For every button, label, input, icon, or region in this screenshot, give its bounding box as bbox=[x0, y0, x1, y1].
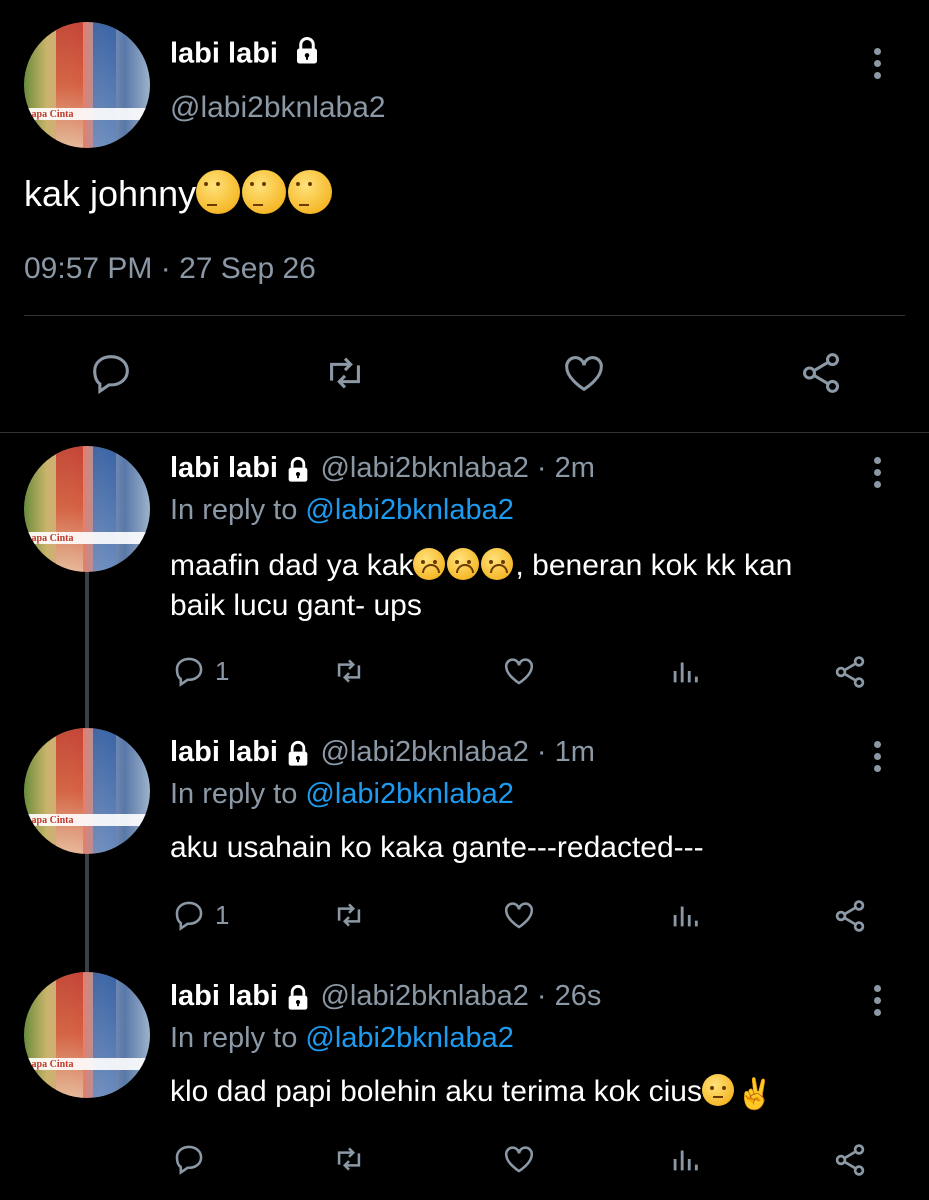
author-handle[interactable]: @labi2bknlaba2 bbox=[170, 91, 386, 125]
reply-header: labi labi @labi2bknlaba2 · 1m bbox=[170, 736, 595, 773]
pensive-emoji bbox=[288, 170, 333, 214]
reply-to-link[interactable]: @labi2bknlaba2 bbox=[305, 494, 513, 526]
reply-icon[interactable] bbox=[172, 1142, 206, 1176]
reply-header: labi labi @labi2bknlaba2 · 26s bbox=[170, 980, 601, 1017]
share-icon[interactable] bbox=[798, 350, 844, 396]
more-icon[interactable] bbox=[874, 457, 882, 493]
more-icon[interactable] bbox=[874, 985, 882, 1021]
author-name[interactable]: labi labi bbox=[170, 980, 278, 1012]
divider bbox=[24, 315, 905, 316]
thread-line bbox=[85, 852, 89, 972]
like-icon[interactable] bbox=[500, 1142, 538, 1176]
author-handle[interactable]: @labi2bknlaba2 · 26s bbox=[320, 980, 601, 1012]
pensive-emoji bbox=[242, 170, 287, 214]
retweet-icon[interactable] bbox=[320, 350, 370, 396]
tweet-text: kak johnny bbox=[24, 170, 334, 215]
reply-text: maafin dad ya kak, beneran kok kk kan ba… bbox=[170, 548, 793, 622]
retweet-icon[interactable] bbox=[330, 1142, 368, 1176]
avatar-logo: apa Cinta bbox=[31, 1059, 74, 1071]
reply-header: labi labi @labi2bknlaba2 · 2m bbox=[170, 452, 595, 489]
reply-to-link[interactable]: @labi2bknlaba2 bbox=[305, 1022, 513, 1054]
analytics-icon[interactable] bbox=[668, 898, 702, 932]
avatar[interactable]: apa Cinta bbox=[24, 972, 150, 1098]
lock-icon bbox=[292, 36, 322, 74]
reply-icon[interactable] bbox=[172, 898, 206, 932]
lock-icon bbox=[284, 984, 312, 1017]
reply-icon[interactable] bbox=[88, 350, 134, 396]
more-icon[interactable] bbox=[874, 741, 882, 777]
lock-icon bbox=[284, 740, 312, 773]
author-name[interactable]: labi labi bbox=[170, 36, 322, 74]
avatar-logo: apa Cinta bbox=[31, 109, 74, 121]
reply-text: klo dad papi bolehin aku terima kok cius… bbox=[170, 1072, 773, 1115]
reply-count: 1 bbox=[215, 656, 230, 686]
frowning-emoji bbox=[447, 548, 480, 580]
reply-context: In reply to @labi2bknlaba2 bbox=[170, 1022, 514, 1054]
avatar-logo: apa Cinta bbox=[31, 533, 74, 545]
frowning-emoji bbox=[413, 548, 446, 580]
more-icon[interactable] bbox=[874, 48, 882, 84]
reply-to-link[interactable]: @labi2bknlaba2 bbox=[305, 778, 513, 810]
like-icon[interactable] bbox=[500, 654, 538, 688]
analytics-icon[interactable] bbox=[668, 654, 702, 688]
reply-icon[interactable] bbox=[172, 654, 206, 688]
retweet-icon[interactable] bbox=[330, 898, 368, 932]
retweet-icon[interactable] bbox=[330, 654, 368, 688]
avatar-logo: apa Cinta bbox=[31, 815, 74, 827]
share-icon[interactable] bbox=[832, 654, 868, 690]
author-handle[interactable]: @labi2bknlaba2 · 2m bbox=[320, 452, 594, 484]
frowning-emoji bbox=[481, 548, 514, 580]
avatar[interactable]: apa Cinta bbox=[24, 446, 150, 572]
lock-icon bbox=[284, 456, 312, 489]
pensive-emoji bbox=[701, 1074, 734, 1106]
author-handle[interactable]: @labi2bknlaba2 · 1m bbox=[320, 736, 594, 768]
divider bbox=[0, 432, 929, 433]
share-icon[interactable] bbox=[832, 898, 868, 934]
pensive-emoji bbox=[196, 170, 241, 214]
avatar[interactable]: apa Cinta bbox=[24, 728, 150, 854]
reply-text: aku usahain ko kaka gante---redacted--- bbox=[170, 831, 704, 864]
author-name[interactable]: labi labi bbox=[170, 736, 278, 768]
reply-context: In reply to @labi2bknlaba2 bbox=[170, 778, 514, 810]
share-icon[interactable] bbox=[832, 1142, 868, 1178]
analytics-icon[interactable] bbox=[668, 1142, 702, 1176]
author-name[interactable]: labi labi bbox=[170, 452, 278, 484]
victory-hand-emoji: ✌ bbox=[735, 1078, 774, 1111]
like-icon[interactable] bbox=[560, 350, 608, 396]
like-icon[interactable] bbox=[500, 898, 538, 932]
reply-count: 1 bbox=[215, 900, 230, 930]
tweet-timestamp: 09:57 PM · 27 Sep 26 bbox=[24, 252, 316, 285]
thread-line bbox=[85, 570, 89, 728]
reply-context: In reply to @labi2bknlaba2 bbox=[170, 494, 514, 526]
avatar[interactable]: apa Cinta bbox=[24, 22, 150, 148]
